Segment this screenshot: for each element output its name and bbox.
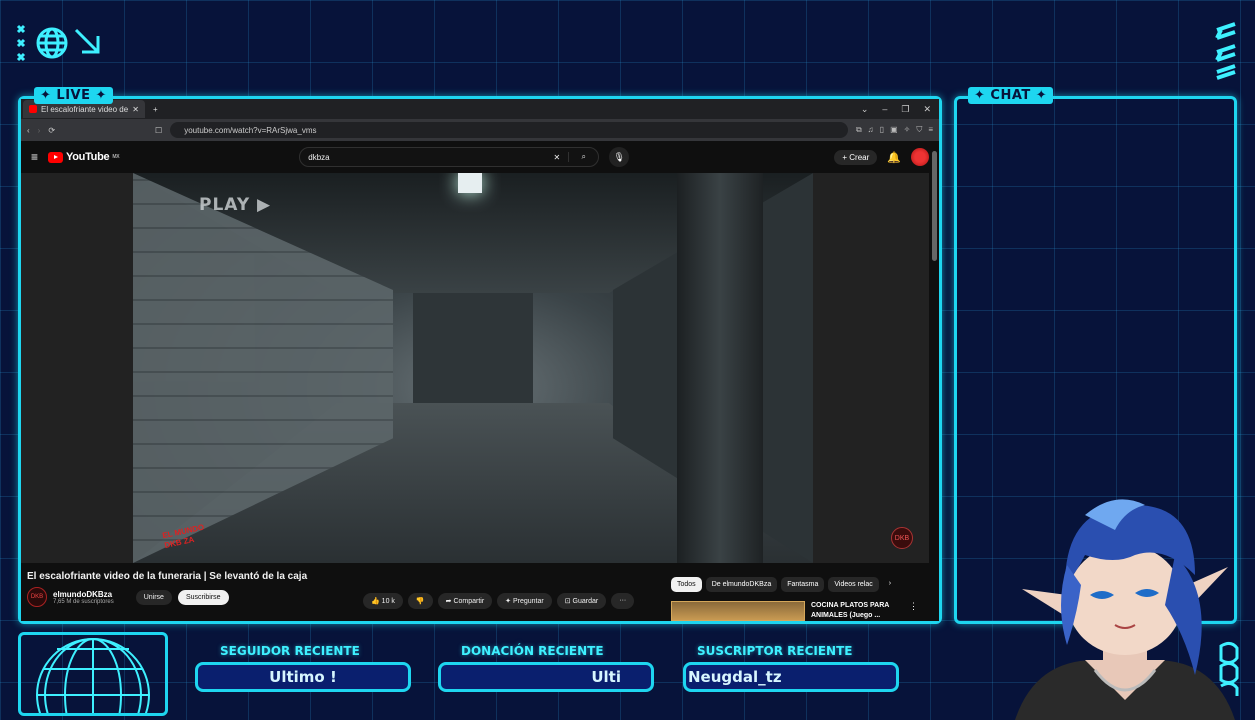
shield-icon[interactable]: ⛉ [916, 125, 922, 135]
sidebar-icon[interactable]: ▯ [880, 125, 884, 135]
vtuber-character-icon [1015, 499, 1235, 720]
youtube-logo[interactable]: YouTube MX [48, 151, 120, 163]
forward-icon[interactable]: › [38, 126, 41, 135]
ask-label: Preguntar [512, 598, 544, 605]
wallet-icon[interactable]: ▣ [890, 125, 898, 135]
subscribe-button[interactable]: Suscribirse [177, 589, 229, 605]
video-info: El escalofriante video de la funeraria |… [21, 565, 929, 621]
create-button[interactable]: + Crear [834, 149, 878, 165]
recommendation-title[interactable]: COCINA PLATOS PARA ANIMALES (Juego ... [811, 601, 903, 621]
join-button[interactable]: Unirse [135, 589, 172, 605]
play-overlay-text: PLAY ▶ [199, 195, 272, 215]
live-tag: ✦ LIVE ✦ [34, 87, 113, 104]
subscriber-label: SUSCRIPTOR RECIENTE [697, 644, 853, 658]
save-label: Guardar [572, 598, 599, 605]
menu-icon[interactable]: ≡ [928, 125, 933, 135]
recommendation-item[interactable]: COCINA PLATOS PARA ANIMALES (Juego ... ⋮ [671, 601, 918, 621]
video-player[interactable]: PLAY ▶ EL MUNDO DKB ZA DKB [21, 173, 929, 563]
follower-value: Ultimo ! [269, 668, 337, 686]
notifications-bell-icon[interactable]: 🔔 [887, 151, 901, 164]
donation-value: Ulti [591, 668, 621, 686]
vtuber-avatar [995, 495, 1245, 720]
share-label: Compartir [453, 598, 485, 605]
bookmark-icon[interactable]: ☐ [155, 126, 162, 135]
chips-next-icon[interactable]: › [883, 577, 897, 592]
url-field[interactable]: youtube.com/watch?v=RArSjwa_vms [170, 122, 848, 138]
like-count: 10 k [381, 598, 395, 605]
recommendation-menu-icon[interactable]: ⋮ [909, 601, 918, 621]
clear-search-icon[interactable]: ✕ [554, 153, 561, 162]
user-avatar[interactable] [911, 148, 929, 166]
video-actions: 👍 10 k 👎 ➦ Compartir ✦ Preguntar ⊡ Guard… [363, 593, 635, 609]
search-icon[interactable]: ⌕ [568, 152, 598, 162]
globe-widget [18, 632, 168, 716]
tab-bar: El escalofriante video de la fu ✕ + ⌄ – … [21, 99, 939, 119]
channel-meta: elmundoDKBza 7,65 M de suscriptores [53, 590, 114, 605]
youtube-logo-text: YouTube [66, 151, 110, 163]
minimize-button[interactable]: – [882, 104, 887, 115]
chip-all[interactable]: Todos [671, 577, 702, 592]
wireframe-globe-icon [36, 638, 150, 713]
browser-window: El escalofriante video de la fu ✕ + ⌄ – … [21, 99, 939, 621]
channel-avatar[interactable]: DKB [27, 587, 47, 607]
save-button[interactable]: ⊡ Guardar [556, 593, 607, 609]
reload-icon[interactable]: ⟳ [48, 126, 55, 135]
scene-pillar [677, 173, 763, 563]
recommendation-thumbnail[interactable] [671, 601, 805, 621]
close-window-button[interactable]: ✕ [923, 104, 931, 115]
follower-value-box: Ultimo ! [195, 662, 411, 692]
create-label: Crear [849, 152, 870, 162]
maximize-button[interactable]: ❐ [901, 104, 909, 115]
channel-name[interactable]: elmundoDKBza [53, 590, 114, 599]
channel-watermark-right[interactable]: DKB [891, 527, 913, 549]
overlay-logo-left [14, 22, 104, 64]
tab-search-button[interactable]: ⌄ [861, 104, 869, 115]
more-actions-button[interactable]: ··· [611, 593, 635, 609]
tab-close-icon[interactable]: ✕ [132, 105, 139, 114]
chip-related[interactable]: Videos relac [828, 577, 879, 592]
extension-icons: ⧉ ♫ ▯ ▣ ✧ ⛉ ≡ [856, 125, 933, 135]
chip-ghost[interactable]: Fantasma [781, 577, 825, 592]
search-input[interactable]: dkbza [308, 153, 553, 162]
search-box[interactable]: dkbza ✕ ⌕ [299, 147, 600, 167]
related-chips: Todos De elmundoDKBza Fantasma Videos re… [671, 577, 897, 592]
page-scrollbar[interactable] [932, 151, 937, 261]
tab-title: El escalofriante video de la fu [41, 104, 129, 114]
overlay-logo-right [1211, 20, 1241, 85]
like-button[interactable]: 👍 10 k [363, 593, 403, 609]
chip-channel[interactable]: De elmundoDKBza [705, 577, 778, 592]
url-text: youtube.com/watch?v=RArSjwa_vms [184, 125, 317, 135]
dislike-button[interactable]: 👎 [407, 593, 433, 609]
lightning-deco-icon [1215, 22, 1236, 80]
scene-corridor-end [413, 293, 533, 403]
address-bar-row: ‹ › ⟳ ☐ youtube.com/watch?v=RArSjwa_vms … [21, 119, 939, 141]
new-tab-button[interactable]: + [153, 105, 158, 114]
mic-icon[interactable]: 🎙 [609, 147, 630, 167]
back-icon[interactable]: ‹ [27, 126, 30, 135]
media-icon[interactable]: ♫ [868, 125, 874, 135]
chat-tag: ✦ CHAT ✦ [968, 87, 1054, 104]
window-controls: ⌄ – ❐ ✕ [861, 104, 939, 115]
youtube-favicon-icon [29, 105, 37, 113]
subscriber-count: 7,65 M de suscriptores [53, 598, 114, 605]
share-button[interactable]: ➦ Compartir [437, 593, 493, 609]
youtube-header: ≡ YouTube MX dkbza ✕ ⌕ 🎙 + Crear 🔔 [21, 141, 939, 173]
donation-label: DONACIÓN RECIENTE [461, 644, 604, 658]
scene-ceiling-light [458, 173, 482, 193]
region-code: MX [112, 154, 120, 160]
hamburger-menu-icon[interactable]: ≡ [31, 150, 38, 164]
subscriber-value: Neugdal_tz [688, 668, 782, 686]
extensions-icon[interactable]: ⧉ [856, 125, 862, 135]
video-frame[interactable]: PLAY ▶ EL MUNDO DKB ZA [133, 173, 813, 563]
ask-button[interactable]: ✦ Preguntar [497, 593, 552, 609]
follower-label: SEGUIDOR RECIENTE [220, 644, 360, 658]
puzzle-icon[interactable]: ✧ [904, 125, 911, 135]
globe-arrow-icon [16, 24, 100, 62]
donation-value-box: Ulti [438, 662, 654, 692]
youtube-play-icon [48, 151, 64, 163]
subscriber-value-box: Neugdal_tz [683, 662, 899, 692]
